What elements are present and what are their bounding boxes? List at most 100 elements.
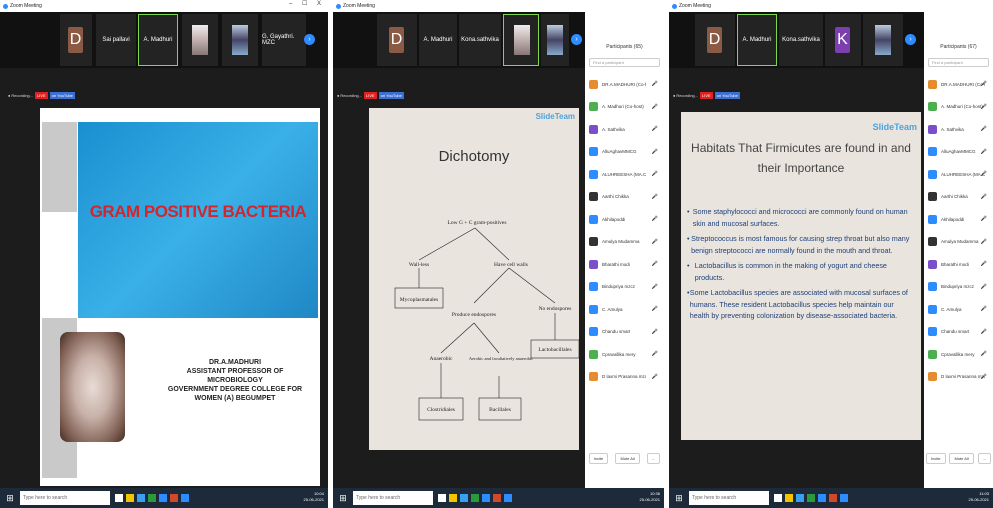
app-icon[interactable] — [115, 494, 123, 502]
youtube-badge[interactable]: on YouTube — [378, 91, 404, 99]
video-tile[interactable]: Kona.sathvika — [459, 14, 501, 66]
app-icon[interactable] — [148, 494, 156, 502]
participant-row[interactable]: AlluAghavMMCG 🎤 — [585, 141, 664, 164]
video-tile[interactable]: A. Madhuri — [419, 14, 457, 66]
microphone-icon[interactable]: 🎤 — [981, 329, 987, 335]
microphone-icon[interactable]: 🎤 — [981, 171, 987, 177]
participant-row[interactable]: ALUHREESHA (MA.Com)🎤 — [924, 163, 993, 186]
participant-row[interactable]: Bharathi modi 🎤 — [924, 253, 993, 276]
taskbar-search[interactable]: Type here to search — [353, 491, 433, 505]
participant-row[interactable]: ALUHREESHA (MA.Com)🎤 — [585, 163, 664, 186]
app-icon[interactable] — [460, 494, 468, 502]
app-icon[interactable] — [807, 494, 815, 502]
taskbar-search[interactable]: Type here to search — [20, 491, 110, 505]
app-icon[interactable] — [438, 494, 446, 502]
participant-row[interactable]: Amulya Mudamma 🎤 — [924, 231, 993, 254]
microphone-icon[interactable]: 🎤 — [981, 284, 987, 290]
app-icon[interactable] — [829, 494, 837, 502]
microphone-icon[interactable]: 🎤 — [981, 126, 987, 132]
participant-row[interactable]: C. Amulya 🎤 — [924, 298, 993, 321]
participant-row[interactable]: Chandu smart 🎤 — [585, 321, 664, 344]
video-tile[interactable] — [182, 14, 218, 66]
microphone-icon[interactable]: 🎤 — [981, 239, 987, 245]
participant-row[interactable]: AlluAghavMMCG 🎤 — [924, 141, 993, 164]
microphone-icon[interactable]: 🎤 — [981, 351, 987, 357]
microphone-icon[interactable]: 🎤 — [981, 306, 987, 312]
microphone-icon[interactable]: 🎤 — [981, 104, 987, 110]
recording-indicator[interactable]: ● Recording... — [8, 93, 33, 98]
next-page-button[interactable]: › — [304, 34, 315, 45]
next-page-button[interactable]: › — [905, 34, 916, 45]
microphone-icon[interactable]: 🎤 — [652, 171, 658, 177]
app-icon[interactable] — [796, 494, 804, 502]
windows-start-icon[interactable]: ⊞ — [3, 491, 17, 505]
app-icon[interactable] — [449, 494, 457, 502]
participant-search-input[interactable]: Find a participant — [928, 58, 989, 67]
app-icon[interactable] — [159, 494, 167, 502]
app-icon[interactable] — [471, 494, 479, 502]
video-tile[interactable] — [863, 14, 903, 66]
microphone-icon[interactable]: 🎤 — [652, 194, 658, 200]
mute-all-button[interactable]: Mute All — [949, 453, 974, 464]
participant-row[interactable]: Bindupriya mzcz 🎤 — [924, 276, 993, 299]
youtube-badge[interactable]: on YouTube — [714, 91, 740, 99]
participant-row[interactable]: Bindupriya mzcz 🎤 — [585, 276, 664, 299]
participant-row[interactable]: Akhilapoddi 🎤 — [924, 208, 993, 231]
participant-row[interactable]: A. Sathvika 🎤 — [585, 118, 664, 141]
participant-row[interactable]: A. Sathvika 🎤 — [924, 118, 993, 141]
microphone-icon[interactable]: 🎤 — [652, 351, 658, 357]
participant-row[interactable]: DR.A.MADHURI (Co-host)🎤 — [924, 73, 993, 96]
participant-search-input[interactable]: Find a participant — [589, 58, 660, 67]
microphone-icon[interactable]: 🎤 — [981, 149, 987, 155]
more-button[interactable]: ... — [647, 453, 661, 464]
microphone-icon[interactable]: 🎤 — [652, 104, 658, 110]
participant-row[interactable]: D laxmi Prasanna mzc 🎤 — [924, 366, 993, 389]
microphone-icon[interactable]: 🎤 — [981, 261, 987, 267]
app-icon[interactable] — [181, 494, 189, 502]
participant-row[interactable]: Amulya Mudamma 🎤 — [585, 231, 664, 254]
participant-row[interactable]: C. Amulya 🎤 — [585, 298, 664, 321]
participant-row[interactable]: A. Madhuri (Co-host) 🎤 — [585, 96, 664, 119]
microphone-icon[interactable]: 🎤 — [652, 329, 658, 335]
microphone-icon[interactable]: 🎤 — [981, 81, 987, 87]
participant-row[interactable]: Cpravallika mery 🎤 — [924, 343, 993, 366]
microphone-icon[interactable]: 🎤 — [652, 374, 658, 380]
windows-start-icon[interactable]: ⊞ — [336, 491, 350, 505]
video-tile-active-speaker[interactable] — [503, 14, 539, 66]
app-icon[interactable] — [785, 494, 793, 502]
taskbar-search[interactable]: Type here to search — [689, 491, 769, 505]
video-tile-active-speaker[interactable]: A. Madhuri — [737, 14, 777, 66]
video-tile[interactable]: K — [825, 14, 861, 66]
microphone-icon[interactable]: 🎤 — [652, 126, 658, 132]
mute-all-button[interactable]: Mute All — [615, 453, 640, 464]
invite-button[interactable]: Invite — [588, 453, 609, 464]
participant-row[interactable]: Chandu smart 🎤 — [924, 321, 993, 344]
participant-row[interactable]: Akhilapoddi 🎤 — [585, 208, 664, 231]
participant-row[interactable]: Aarthi Chikka 🎤 — [585, 186, 664, 209]
video-tile[interactable]: G. Gayathri. MZC — [262, 14, 306, 66]
app-icon[interactable] — [774, 494, 782, 502]
window-controls[interactable]: – ☐ X — [289, 0, 325, 7]
app-icon[interactable] — [137, 494, 145, 502]
video-tile[interactable]: D — [60, 14, 92, 66]
video-tile-active-speaker[interactable]: A. Madhuri — [138, 14, 178, 66]
recording-indicator[interactable]: ● Recording... — [337, 93, 362, 98]
video-tile[interactable]: Kona.sathvika — [779, 14, 823, 66]
video-tile[interactable]: D — [377, 14, 417, 66]
microphone-icon[interactable]: 🎤 — [652, 284, 658, 290]
participant-row[interactable]: Cpravallika mery 🎤 — [585, 343, 664, 366]
participant-row[interactable]: A. Madhuri (Co-host) 🎤 — [924, 96, 993, 119]
microphone-icon[interactable]: 🎤 — [652, 81, 658, 87]
windows-start-icon[interactable]: ⊞ — [672, 491, 686, 505]
participant-row[interactable]: D laxmi Prasanna mzc 🎤 — [585, 366, 664, 389]
video-tile[interactable] — [541, 14, 569, 66]
more-button[interactable]: ... — [977, 453, 992, 464]
next-page-button[interactable]: › — [571, 34, 582, 45]
microphone-icon[interactable]: 🎤 — [652, 149, 658, 155]
app-icon[interactable] — [493, 494, 501, 502]
microphone-icon[interactable]: 🎤 — [652, 306, 658, 312]
microphone-icon[interactable]: 🎤 — [652, 239, 658, 245]
microphone-icon[interactable]: 🎤 — [981, 216, 987, 222]
video-tile[interactable]: Sai pallavi — [96, 14, 136, 66]
microphone-icon[interactable]: 🎤 — [981, 374, 987, 380]
